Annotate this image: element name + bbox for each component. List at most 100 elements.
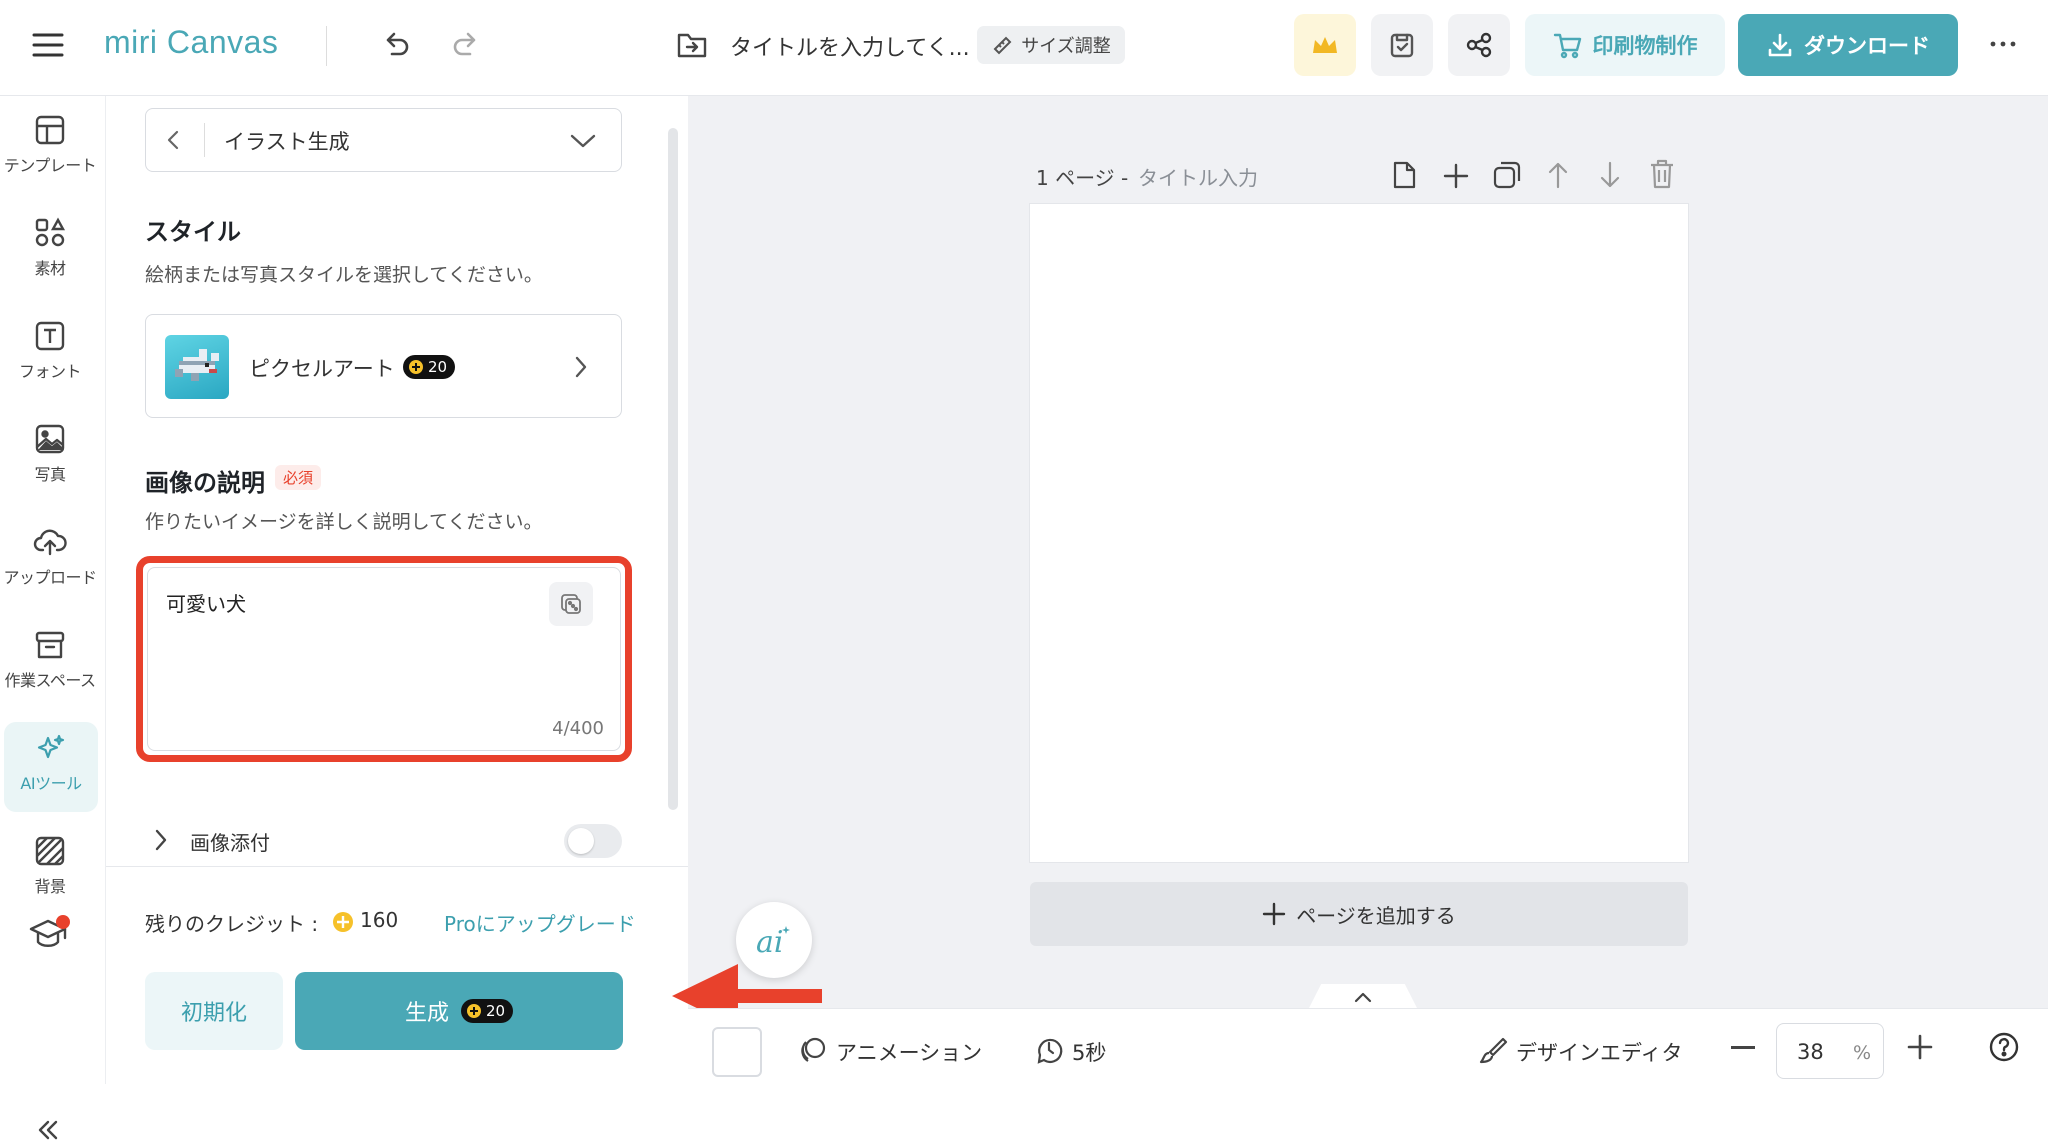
add-page-button[interactable]: ページを追加する bbox=[1030, 882, 1688, 946]
move-down-icon[interactable] bbox=[1598, 160, 1622, 190]
generate-cost-value: 20 bbox=[485, 1002, 506, 1020]
reset-label: 初期化 bbox=[180, 1001, 247, 1026]
animation-button[interactable]: アニメーション bbox=[836, 1037, 982, 1067]
page-thumbnail[interactable] bbox=[712, 1027, 762, 1077]
page-icon[interactable] bbox=[1391, 160, 1417, 190]
nav-font[interactable]: フォント bbox=[0, 310, 100, 400]
header-divider bbox=[326, 26, 327, 66]
nav-background[interactable]: 背景 bbox=[0, 825, 100, 896]
archive-icon bbox=[34, 629, 66, 661]
expand-chevron-icon[interactable] bbox=[154, 828, 168, 852]
zoom-out-icon[interactable] bbox=[1730, 1045, 1756, 1051]
chevron-up-icon bbox=[1354, 991, 1372, 1003]
random-prompt-button[interactable] bbox=[549, 582, 593, 626]
share-button[interactable] bbox=[1448, 14, 1510, 76]
plus-icon bbox=[1262, 902, 1286, 926]
prompt-textarea[interactable]: 可愛い犬 4/400 bbox=[147, 567, 621, 751]
download-button[interactable]: ダウンロード bbox=[1738, 14, 1958, 76]
menu-icon[interactable] bbox=[30, 30, 66, 60]
nav-template[interactable]: テンプレート bbox=[0, 104, 100, 194]
clock-icon bbox=[1034, 1035, 1064, 1065]
ai-logo-icon: ai bbox=[752, 920, 796, 960]
nav-ai-tools[interactable]: AIツール bbox=[4, 722, 98, 812]
zoom-input[interactable]: 38 % bbox=[1776, 1023, 1884, 1079]
panel-footer-divider bbox=[106, 866, 688, 867]
resize-label: サイズ調整 bbox=[1021, 36, 1111, 57]
bottom-toolbar: アニメーション 5秒 デザインエディタ 38 % bbox=[688, 1008, 2048, 1084]
style-select-card[interactable]: ピクセルアート 20 bbox=[145, 314, 622, 418]
folder-move-icon[interactable] bbox=[676, 30, 708, 60]
ruler-icon bbox=[991, 34, 1013, 56]
chevron-right-icon bbox=[574, 355, 588, 379]
nav-label: 写真 bbox=[34, 465, 66, 484]
resize-button[interactable]: サイズ調整 bbox=[977, 26, 1125, 64]
prompt-section-title: 画像の説明 bbox=[145, 469, 265, 497]
chevron-down-icon bbox=[570, 133, 596, 149]
expand-timeline-tab[interactable] bbox=[1308, 984, 1418, 1010]
background-icon bbox=[34, 835, 66, 867]
dice-icon bbox=[559, 592, 583, 616]
download-icon bbox=[1766, 31, 1794, 59]
required-badge: 必須 bbox=[275, 465, 322, 490]
style-description: 絵柄または写真スタイルを選択してください。 bbox=[145, 264, 543, 286]
redo-icon[interactable] bbox=[450, 30, 480, 60]
design-page[interactable] bbox=[1030, 204, 1688, 862]
design-editor-button[interactable]: デザインエディタ bbox=[1516, 1037, 1683, 1067]
trash-icon[interactable] bbox=[1648, 158, 1676, 190]
crown-icon bbox=[1310, 33, 1340, 57]
back-chevron-icon[interactable] bbox=[166, 129, 180, 151]
tool-select-label: イラスト生成 bbox=[224, 130, 350, 154]
generate-cost-badge: 20 bbox=[460, 999, 514, 1023]
page-number-label: 1 ページ - bbox=[1036, 166, 1129, 190]
ai-tool-panel: イラスト生成 スタイル 絵柄または写真スタイルを選択してください。 ピクセルアー… bbox=[106, 96, 688, 1084]
style-cost-value: 20 bbox=[428, 358, 448, 376]
move-up-icon[interactable] bbox=[1546, 160, 1570, 190]
coin-icon bbox=[408, 359, 424, 375]
document-title[interactable]: タイトルを入力してく... bbox=[730, 30, 970, 62]
zoom-unit: % bbox=[1853, 1042, 1872, 1064]
panel-scrollbar[interactable] bbox=[668, 128, 678, 810]
print-order-button[interactable]: 印刷物制作 bbox=[1525, 14, 1725, 76]
coin-icon bbox=[332, 911, 354, 933]
reset-button[interactable]: 初期化 bbox=[145, 972, 283, 1050]
coin-icon bbox=[466, 1003, 482, 1019]
zoom-value: 38 bbox=[1797, 1040, 1824, 1064]
duration-button[interactable]: 5秒 bbox=[1072, 1037, 1106, 1067]
collapse-sidebar-icon[interactable] bbox=[34, 1116, 62, 1144]
premium-crown-button[interactable] bbox=[1294, 14, 1356, 76]
app-logo[interactable]: miri Canvas bbox=[104, 24, 278, 61]
nav-upload[interactable]: アップロード bbox=[0, 516, 100, 606]
download-label: ダウンロード bbox=[1804, 34, 1930, 58]
prompt-description: 作りたいイメージを詳しく説明してください。 bbox=[145, 511, 543, 533]
brush-icon bbox=[1478, 1035, 1508, 1065]
add-page-label: ページを追加する bbox=[1296, 903, 1456, 928]
style-section-title: スタイル bbox=[145, 218, 241, 246]
learning-cap-icon[interactable] bbox=[28, 914, 72, 954]
page-title-input[interactable]: タイトル入力 bbox=[1138, 162, 1258, 191]
help-icon[interactable] bbox=[1988, 1031, 2020, 1063]
duplicate-icon[interactable] bbox=[1492, 160, 1522, 190]
print-order-label: 印刷物制作 bbox=[1592, 34, 1698, 58]
sparkle-icon bbox=[35, 732, 67, 764]
nav-elements[interactable]: 素材 bbox=[0, 207, 100, 297]
zoom-in-icon[interactable] bbox=[1906, 1033, 1934, 1061]
photo-icon bbox=[34, 423, 66, 455]
nav-label: 作業スペース bbox=[4, 671, 96, 690]
nav-workspace[interactable]: 作業スペース bbox=[0, 619, 100, 709]
prompt-text: 可愛い犬 bbox=[166, 592, 246, 616]
save-button[interactable] bbox=[1371, 14, 1433, 76]
more-options-icon[interactable] bbox=[1988, 36, 2018, 52]
nav-label: 素材 bbox=[34, 259, 66, 278]
dropdown-divider bbox=[204, 123, 205, 157]
tool-select-dropdown[interactable]: イラスト生成 bbox=[145, 108, 622, 172]
add-page-icon[interactable] bbox=[1442, 162, 1470, 190]
upgrade-link[interactable]: Proにアップグレード bbox=[444, 908, 636, 937]
template-icon bbox=[34, 114, 66, 146]
undo-icon[interactable] bbox=[382, 30, 412, 60]
prompt-char-count: 4/400 bbox=[552, 718, 604, 739]
animation-icon bbox=[798, 1035, 828, 1065]
image-attach-toggle[interactable] bbox=[564, 824, 622, 858]
generate-button[interactable]: 生成 20 bbox=[295, 972, 623, 1050]
nav-photo[interactable]: 写真 bbox=[0, 413, 100, 503]
share-icon bbox=[1465, 31, 1493, 59]
